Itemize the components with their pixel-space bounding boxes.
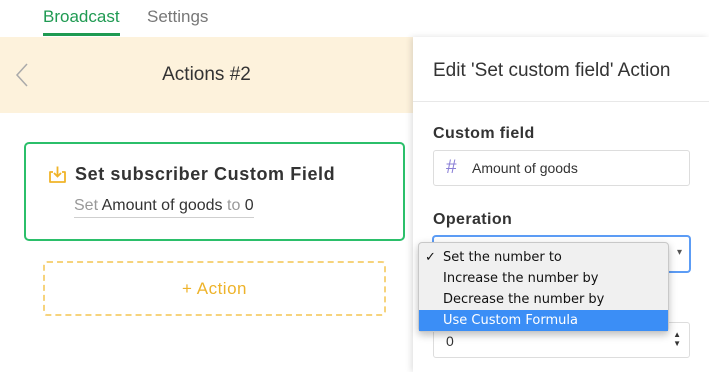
app-root: Broadcast Settings Actions #2 Set subscr… [0, 0, 709, 372]
action-card-description: Set Amount of goods to 0 [74, 197, 254, 218]
download-box-icon [49, 166, 66, 183]
option-label: Use Custom Formula [443, 313, 578, 328]
chevron-down-icon: ▾ [676, 247, 682, 258]
option-decrease-number[interactable]: Decrease the number by [419, 289, 668, 310]
operation-dropdown: ✓ Set the number to Increase the number … [418, 242, 669, 332]
desc-field: Amount of goods [101, 197, 223, 214]
custom-field-input[interactable]: # Amount of goods [433, 150, 690, 186]
action-card-title: Set subscriber Custom Field [75, 164, 336, 184]
number-value: 0 [446, 333, 454, 349]
option-label: Set the number to [443, 250, 562, 265]
desc-mid: to [227, 197, 241, 214]
option-increase-number[interactable]: Increase the number by [419, 268, 668, 289]
stepper-icon[interactable]: ▲ ▼ [673, 330, 681, 348]
operation-label: Operation [433, 211, 513, 228]
actions-header: Actions #2 [0, 37, 413, 113]
custom-field-value: Amount of goods [472, 160, 578, 176]
check-icon: ✓ [425, 250, 436, 265]
option-label: Decrease the number by [443, 292, 605, 307]
action-card[interactable]: Set subscriber Custom Field Set Amount o… [24, 142, 405, 241]
panel-divider [413, 101, 709, 102]
panel-title: Edit 'Set custom field' Action [433, 60, 671, 81]
tab-broadcast[interactable]: Broadcast [43, 7, 120, 36]
add-action-button[interactable]: + Action [43, 261, 386, 316]
option-label: Increase the number by [443, 271, 599, 286]
option-set-number[interactable]: ✓ Set the number to [419, 247, 668, 268]
option-custom-formula[interactable]: Use Custom Formula [419, 310, 668, 331]
page-title: Actions #2 [162, 64, 251, 85]
top-tabs: Broadcast Settings [0, 0, 709, 37]
hash-icon: # [446, 157, 457, 178]
tab-settings[interactable]: Settings [147, 7, 208, 27]
desc-prefix: Set [74, 197, 99, 214]
desc-value: 0 [244, 197, 254, 214]
custom-field-label: Custom field [433, 125, 535, 142]
